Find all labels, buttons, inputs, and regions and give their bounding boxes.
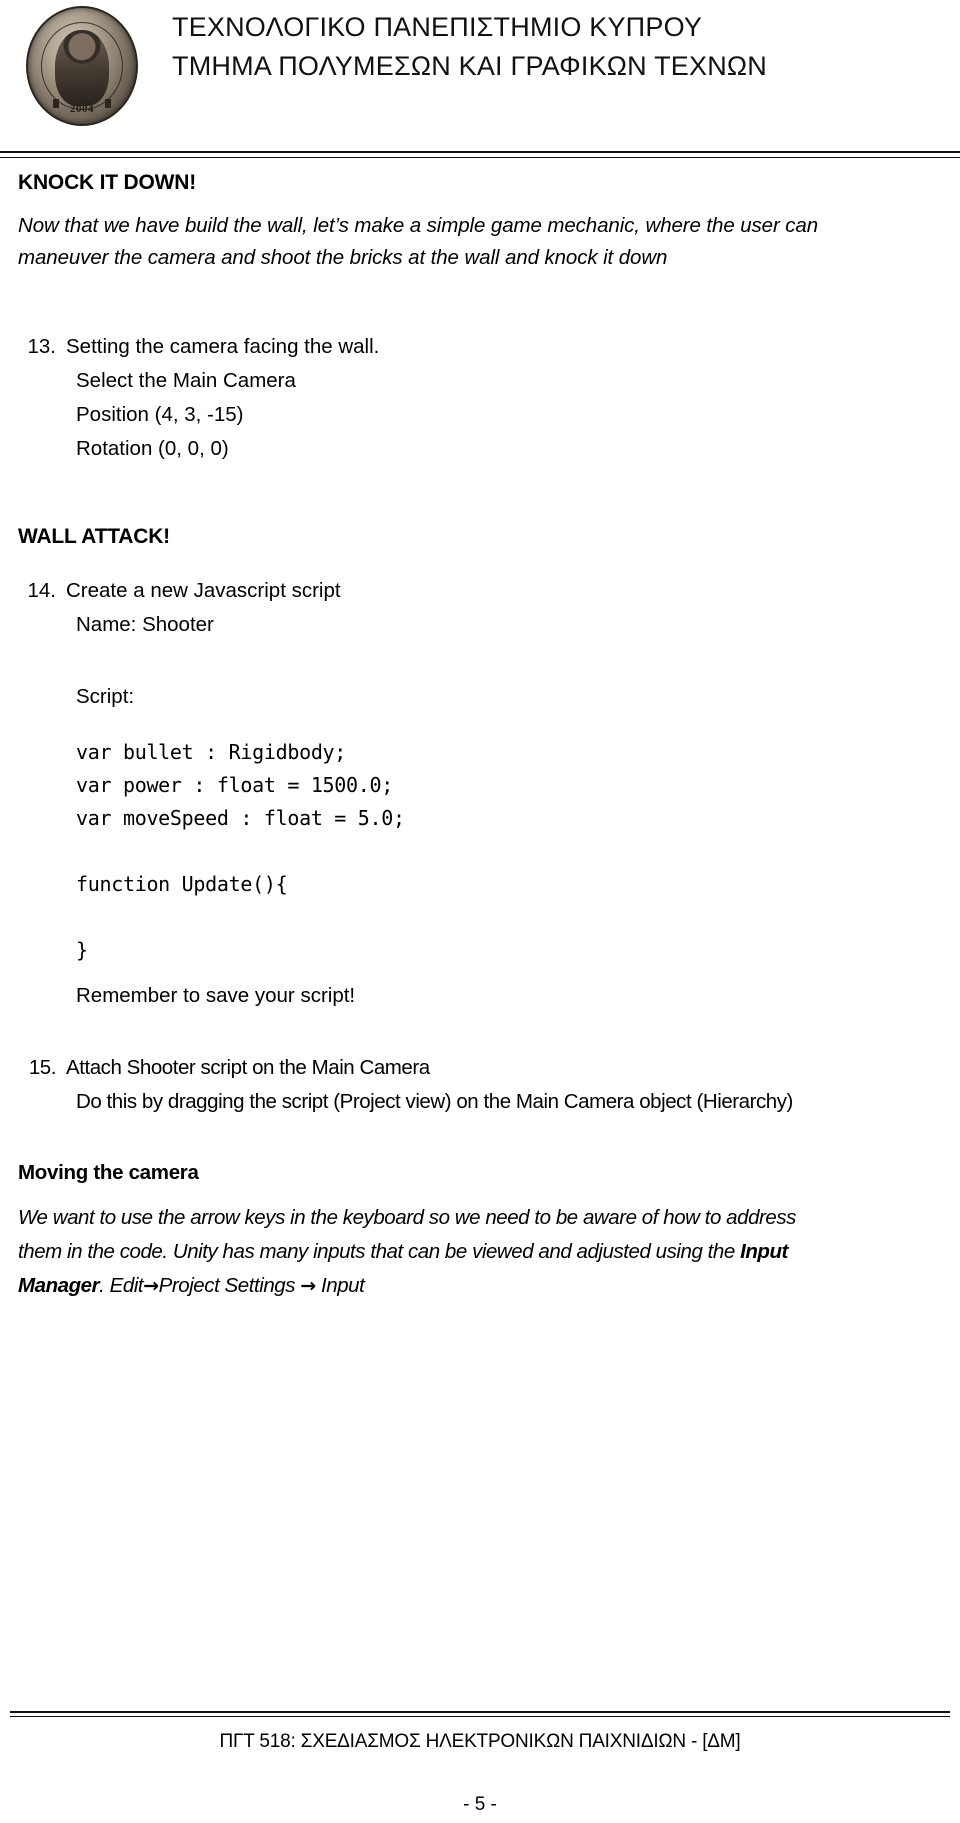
list-item-15-text: Attach Shooter script on the Main Camera [66,1056,430,1079]
input-manager-bold-part-2: Manager [18,1274,100,1297]
seal-year-label: 2004 [70,103,94,115]
script-label: Script: [76,685,135,708]
section-heading-knock-it-down: KNOCK IT DOWN! [18,171,197,194]
code-line-var-movespeed: var moveSpeed : float = 5.0; [76,806,405,830]
document-content: KNOCK IT DOWN! Now that we have build th… [0,168,960,1303]
list-item-13-number: 13. [27,335,57,358]
list-item-13: 13. Setting the camera facing the wall. [18,330,942,364]
seal-mosaic-figure-icon [55,30,109,106]
footer-divider [10,1711,950,1717]
list-item-13-sub-select-camera: Select the Main Camera [76,369,296,392]
footer-page-number: - 5 - [463,1794,497,1815]
document-header: 2004 ΤΕΧΝΟΛΟΓΙΚΟ ΠΑΝΕΠΙΣΤΗΜΙΟ ΚΥΠΡΟΥ ΤΜΗ… [0,0,960,130]
menu-path-edit: . Edit [99,1274,144,1297]
menu-path-input: Input [315,1274,365,1297]
code-line-var-bullet: var bullet : Rigidbody; [76,740,347,764]
code-line-closing-brace: } [76,938,88,962]
section-heading-moving-the-camera: Moving the camera [18,1161,199,1184]
header-university-name: ΤΕΧΝΟΛΟΓΙΚΟ ΠΑΝΕΠΙΣΤΗΜΙΟ ΚΥΠΡΟΥ [172,12,703,42]
list-item-13-sub-position: Position (4, 3, -15) [76,403,244,426]
list-item-13-sub-rotation: Rotation (0, 0, 0) [76,437,229,460]
input-manager-bold-part-1: Input [740,1240,788,1263]
moving-camera-text-a: them in the code. Unity has many inputs … [18,1240,741,1263]
code-line-var-power: var power : float = 1500.0; [76,773,394,797]
list-item-14-number: 14. [27,579,57,602]
menu-path-project-settings: Project Settings [158,1274,301,1297]
remember-save-note: Remember to save your script! [76,984,356,1007]
university-seal-logo-icon: 2004 [26,6,138,126]
right-arrow-icon-2: → [300,1275,316,1297]
section-heading-wall-attack: WALL ATTACK! [18,525,170,548]
document-footer: ΠΓΤ 518: ΣΧΕΔΙΑΣΜΟΣ ΗΛΕΚΤΡΟΝΙΚΩΝ ΠΑΙΧΝΙΔ… [0,1705,960,1823]
list-item-15-number: 15. [28,1056,57,1079]
university-logo: 2004 [14,2,144,127]
right-arrow-icon: → [143,1275,159,1297]
header-titles: ΤΕΧΝΟΛΟΓΙΚΟ ΠΑΝΕΠΙΣΤΗΜΙΟ ΚΥΠΡΟΥ ΤΜΗΜΑ ΠΟ… [172,8,767,86]
list-item-13-text: Setting the camera facing the wall. [66,335,380,358]
header-department-name: ΤΜΗΜΑ ΠΟΛΥΜΕΣΩΝ ΚΑΙ ΓΡΑΦΙΚΩΝ ΤΕΧΝΩΝ [172,51,767,81]
intro-paragraph-line-1: Now that we have build the wall, let’s m… [18,214,819,237]
list-item-15-sub-instruction: Do this by dragging the script (Project … [76,1090,793,1113]
list-item-15: 15. Attach Shooter script on the Main Ca… [18,1051,942,1085]
moving-camera-paragraph-line-3: Manager. Edit→Project Settings → Input [18,1269,942,1303]
header-divider [0,151,960,158]
moving-camera-paragraph-line-2: them in the code. Unity has many inputs … [18,1235,942,1269]
list-item-14-text: Create a new Javascript script [66,579,341,602]
footer-course-title: ΠΓΤ 518: ΣΧΕΔΙΑΣΜΟΣ ΗΛΕΚΤΡΟΝΙΚΩΝ ΠΑΙΧΝΙΔ… [219,1731,741,1752]
list-item-14: 14. Create a new Javascript script [18,574,942,608]
intro-paragraph-line-2: maneuver the camera and shoot the bricks… [18,246,668,269]
moving-camera-paragraph-line-1: We want to use the arrow keys in the key… [18,1206,796,1229]
code-line-function-update: function Update(){ [76,872,288,896]
list-item-14-sub-name: Name: Shooter [76,613,214,636]
